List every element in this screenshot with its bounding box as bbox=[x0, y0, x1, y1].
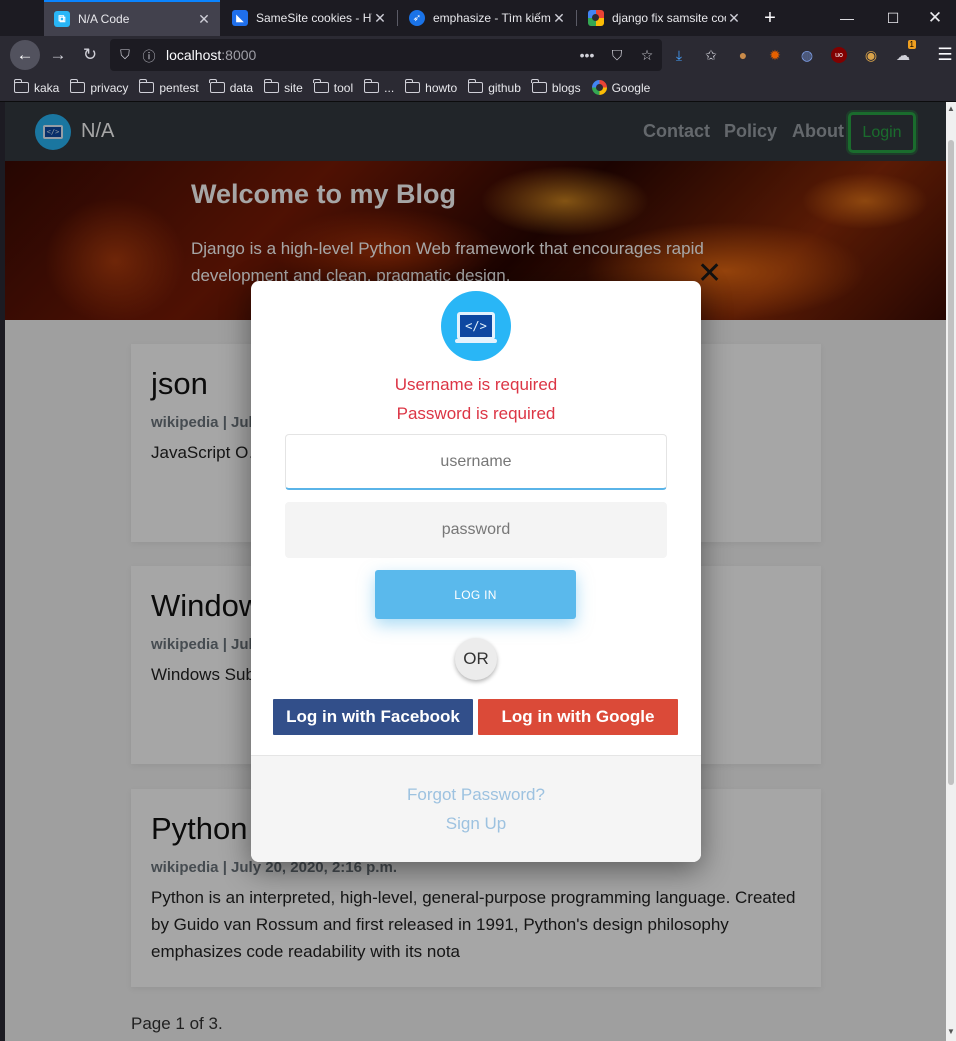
modal-footer: Forgot Password? Sign Up bbox=[251, 755, 701, 862]
bookmark-folder[interactable]: ... bbox=[363, 79, 395, 95]
extension-badge: 1 bbox=[907, 40, 916, 49]
google-login-button[interactable]: Log in with Google bbox=[478, 699, 678, 735]
url-host: localhost bbox=[166, 47, 222, 63]
bookmark-folder[interactable]: tool bbox=[313, 79, 354, 95]
star-icon[interactable]: ☆ bbox=[632, 47, 662, 64]
bookmark-folder[interactable]: github bbox=[467, 79, 521, 95]
close-icon[interactable]: ✕ bbox=[697, 256, 722, 291]
tab-title: django fix samsite coo bbox=[612, 11, 726, 25]
reading-list-icon[interactable]: ✩ bbox=[700, 44, 722, 66]
bookmark-label: kaka bbox=[34, 80, 60, 95]
fox-extension-icon[interactable]: ✹ bbox=[764, 44, 786, 66]
google-favicon-icon bbox=[588, 10, 604, 26]
tab-emphasize[interactable]: ➶ emphasize - Tìm kiếm ✕ bbox=[399, 0, 575, 36]
google-icon bbox=[591, 80, 607, 95]
login-modal: </> Username is required Password is req… bbox=[251, 281, 701, 862]
tab-django-samesite[interactable]: django fix samsite coo ✕ bbox=[578, 0, 750, 36]
bookmark-label: blogs bbox=[551, 80, 581, 95]
tab-title: emphasize - Tìm kiếm bbox=[433, 11, 551, 25]
bookmark-label: site bbox=[284, 80, 303, 95]
bookmark-folder[interactable]: site bbox=[263, 79, 303, 95]
bookmark-google[interactable]: Google bbox=[591, 80, 651, 95]
bookmark-label: privacy bbox=[90, 80, 129, 95]
bookmarks-toolbar: kaka privacy pentest data site tool ... … bbox=[0, 74, 956, 102]
folder-icon bbox=[69, 79, 86, 93]
laptop-code-logo-icon: </> bbox=[441, 291, 511, 361]
bookmark-folder[interactable]: blogs bbox=[531, 79, 581, 95]
cookie-extension-icon[interactable]: ◉ bbox=[860, 44, 882, 66]
folder-icon bbox=[13, 79, 29, 93]
tab-title: SameSite cookies - HT bbox=[256, 11, 372, 25]
globe-icon[interactable]: ◍ bbox=[796, 44, 818, 66]
bookmark-label: data bbox=[229, 80, 254, 95]
login-submit-button[interactable]: LOG IN bbox=[375, 570, 576, 619]
bookmark-folder[interactable]: kaka bbox=[13, 79, 60, 95]
compass-favicon-icon: ➶ bbox=[409, 10, 425, 26]
download-icon[interactable]: ⤓ bbox=[668, 44, 690, 66]
bookmark-folder[interactable]: data bbox=[209, 79, 254, 95]
url-port: :8000 bbox=[221, 47, 257, 63]
tab-title: N/A Code bbox=[78, 12, 130, 26]
folder-icon bbox=[404, 79, 421, 93]
tab-separator bbox=[397, 10, 398, 26]
ublock-icon[interactable]: uo bbox=[831, 47, 847, 63]
scrollbar-thumb[interactable] bbox=[948, 140, 954, 785]
mdn-favicon-icon: ◣ bbox=[232, 10, 248, 26]
username-field[interactable] bbox=[285, 434, 667, 490]
bookmark-label: tool bbox=[333, 80, 354, 95]
close-window-icon[interactable]: ✕ bbox=[914, 0, 956, 36]
folder-icon bbox=[467, 79, 484, 93]
sign-up-link[interactable]: Sign Up bbox=[251, 814, 701, 834]
tab-bar: ⧉ N/A Code ✕ ◣ SameSite cookies - HT ✕ ➶… bbox=[0, 0, 956, 36]
folder-icon bbox=[313, 79, 329, 93]
bookmark-folder[interactable]: pentest bbox=[138, 79, 199, 95]
username-error: Username is required bbox=[394, 375, 558, 394]
bookmark-folder[interactable]: howto bbox=[404, 79, 458, 95]
tab-na-code[interactable]: ⧉ N/A Code ✕ bbox=[44, 0, 220, 36]
bookmark-label: ... bbox=[384, 80, 395, 95]
more-icon[interactable]: ••• bbox=[572, 47, 602, 63]
extension-icon[interactable]: ☁ 1 bbox=[892, 40, 916, 66]
bookmark-label: howto bbox=[425, 80, 458, 95]
forward-arrow-icon[interactable]: → bbox=[43, 40, 73, 70]
bookmark-label: Google bbox=[611, 80, 651, 95]
page-viewport: </> N/A Contact Policy About Login Welco… bbox=[5, 102, 951, 1041]
menu-icon[interactable]: ☰ bbox=[934, 44, 956, 66]
or-divider: OR bbox=[455, 638, 497, 680]
bookmark-label: github bbox=[488, 80, 521, 95]
reload-icon[interactable]: ↻ bbox=[75, 40, 105, 70]
bookmark-folder[interactable]: privacy bbox=[69, 79, 129, 95]
url-bar[interactable]: ⛉ ⓘ localhost:8000 ••• ⛉ ☆ bbox=[110, 39, 662, 71]
facebook-login-button[interactable]: Log in with Facebook bbox=[273, 699, 473, 735]
close-tab-icon[interactable]: ✕ bbox=[551, 10, 567, 27]
tab-separator bbox=[576, 10, 577, 26]
minimize-icon[interactable]: — bbox=[824, 0, 870, 36]
forgot-password-link[interactable]: Forgot Password? bbox=[251, 785, 701, 805]
scroll-up-icon[interactable]: ▲ bbox=[946, 104, 956, 116]
tab-samesite[interactable]: ◣ SameSite cookies - HT ✕ bbox=[222, 0, 396, 36]
password-field[interactable] bbox=[285, 502, 667, 558]
close-tab-icon[interactable]: ✕ bbox=[726, 10, 742, 27]
folder-icon bbox=[363, 79, 380, 93]
password-error: Password is required bbox=[396, 404, 556, 423]
info-icon[interactable]: ⓘ bbox=[140, 46, 158, 64]
folder-icon bbox=[263, 79, 280, 93]
folder-icon bbox=[531, 79, 547, 93]
back-arrow-icon[interactable]: ← bbox=[10, 40, 40, 70]
cookie-icon[interactable]: ● bbox=[732, 44, 754, 66]
close-tab-icon[interactable]: ✕ bbox=[372, 10, 388, 27]
close-tab-icon[interactable]: ✕ bbox=[196, 11, 212, 28]
pocket-icon[interactable]: ⛉ bbox=[602, 47, 632, 64]
shield-icon[interactable]: ⛉ bbox=[116, 46, 134, 64]
new-tab-icon[interactable]: + bbox=[758, 4, 782, 32]
url-text[interactable]: localhost:8000 bbox=[166, 47, 572, 63]
bookmark-label: pentest bbox=[159, 80, 199, 95]
scroll-down-icon[interactable]: ▼ bbox=[946, 1027, 956, 1039]
navigation-toolbar: ← → ↻ ⛉ ⓘ localhost:8000 ••• ⛉ ☆ ⤓ ✩ ● ✹… bbox=[0, 36, 956, 74]
maximize-icon[interactable]: ☐ bbox=[870, 0, 916, 36]
folder-icon bbox=[209, 79, 225, 93]
laptop-code-favicon-icon: ⧉ bbox=[54, 11, 70, 27]
folder-icon bbox=[138, 79, 155, 93]
